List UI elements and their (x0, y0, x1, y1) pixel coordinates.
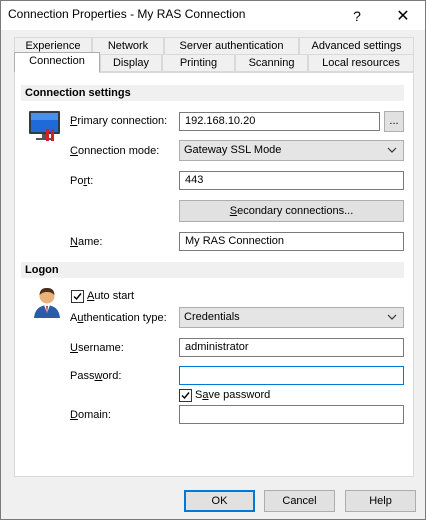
help-icon[interactable]: ? (335, 1, 379, 30)
password-input[interactable] (179, 366, 404, 385)
tab-network[interactable]: Network (92, 37, 164, 55)
tab-printing[interactable]: Printing (162, 54, 235, 72)
checkmark-icon (181, 392, 190, 400)
tab-display[interactable]: Display (100, 54, 162, 72)
name-label: Name: (70, 236, 103, 248)
connection-mode-value: Gateway SSL Mode (184, 144, 282, 156)
tab-scanning[interactable]: Scanning (235, 54, 308, 72)
title-bar: Connection Properties - My RAS Connectio… (1, 1, 425, 30)
help-button[interactable]: Help (345, 490, 416, 512)
authentication-type-value: Credentials (184, 311, 240, 323)
monitor-icon (29, 111, 60, 141)
tab-local-resources[interactable]: Local resources (308, 54, 414, 72)
chevron-down-icon (387, 141, 397, 167)
save-password-checkbox[interactable] (179, 389, 192, 402)
auto-start-checkbox[interactable] (71, 290, 84, 303)
primary-connection-label: Primary connection: (70, 115, 168, 127)
browse-button[interactable]: ... (384, 111, 404, 132)
connection-mode-select[interactable]: Gateway SSL Mode (179, 140, 404, 161)
chevron-down-icon (387, 308, 397, 334)
tab-server-authentication[interactable]: Server authentication (164, 37, 299, 55)
authentication-type-select[interactable]: Credentials (179, 307, 404, 328)
auto-start-label[interactable]: Auto start (87, 290, 134, 302)
port-input[interactable]: 443 (179, 171, 404, 190)
username-label: Username: (70, 342, 124, 354)
authentication-type-label: Authentication type: (70, 312, 167, 324)
save-password-label[interactable]: Save password (195, 389, 270, 401)
username-input[interactable]: administrator (179, 338, 404, 357)
connection-mode-label: Connection mode: (70, 145, 160, 157)
tab-advanced-settings[interactable]: Advanced settings (299, 37, 414, 55)
logon-header: Logon (21, 262, 404, 278)
connection-properties-dialog: Connection Properties - My RAS Connectio… (0, 0, 426, 520)
domain-input[interactable] (179, 405, 404, 424)
ok-button[interactable]: OK (184, 490, 255, 512)
tab-connection[interactable]: Connection (14, 52, 100, 73)
checkmark-icon (73, 293, 82, 301)
port-label: Port: (70, 175, 94, 187)
cancel-button[interactable]: Cancel (264, 490, 335, 512)
domain-label: Domain: (70, 409, 111, 421)
password-label: Password: (70, 370, 122, 382)
window-title: Connection Properties - My RAS Connectio… (8, 7, 246, 21)
close-icon[interactable]: ✕ (381, 1, 425, 30)
user-icon (34, 287, 60, 318)
primary-connection-input[interactable]: 192.168.10.20 (179, 112, 380, 131)
secondary-connections-button[interactable]: Secondary connections... (179, 200, 404, 222)
connection-settings-header: Connection settings (21, 85, 404, 101)
name-input[interactable]: My RAS Connection (179, 232, 404, 251)
